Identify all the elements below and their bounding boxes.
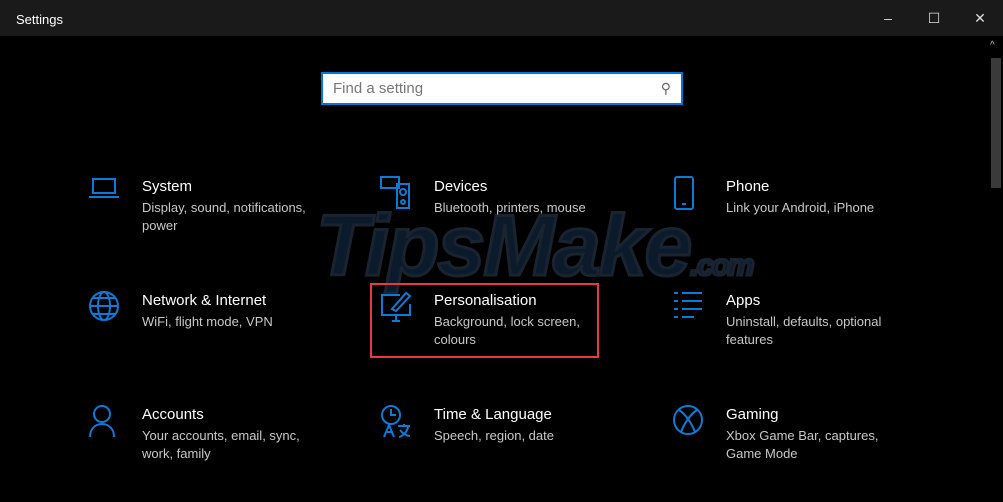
item-description: Xbox Game Bar, captures, Game Mode — [726, 428, 879, 461]
item-description: Bluetooth, printers, mouse — [434, 200, 586, 215]
watermark-suffix: .com — [689, 248, 756, 284]
settings-item-accounts[interactable]: Accounts Your accounts, email, sync, work… — [88, 404, 358, 463]
item-description: Background, lock screen, colours — [434, 314, 580, 347]
search-icon[interactable]: ⚲ — [661, 80, 671, 97]
search-input[interactable]: Find a setting ⚲ — [321, 72, 683, 105]
item-title: Time & Language — [434, 406, 552, 423]
minimize-button[interactable]: – — [865, 0, 911, 36]
settings-item-personalisation[interactable]: Personalisation Background, lock screen, … — [380, 290, 650, 349]
item-title: Gaming — [726, 406, 779, 423]
item-description: Uninstall, defaults, optional features — [726, 314, 882, 347]
maximize-button[interactable]: ☐ — [911, 0, 957, 36]
window-title: Settings — [16, 12, 63, 27]
item-title: Apps — [726, 292, 761, 309]
item-description: Link your Android, iPhone — [726, 200, 875, 215]
item-title: Personalisation — [434, 292, 537, 309]
item-description: Your accounts, email, sync, work, family — [142, 428, 300, 461]
search-placeholder: Find a setting — [333, 80, 424, 97]
person-icon — [88, 404, 142, 444]
item-description: WiFi, flight mode, VPN — [142, 314, 273, 329]
item-title: Devices — [434, 178, 488, 195]
close-button[interactable]: ✕ — [957, 0, 1003, 36]
xbox-icon — [672, 404, 726, 444]
settings-item-time-language[interactable]: Time & Language Speech, region, date — [380, 404, 650, 445]
item-title: Accounts — [142, 406, 204, 423]
settings-item-devices[interactable]: Devices Bluetooth, printers, mouse — [380, 176, 650, 217]
scroll-up-icon[interactable]: ^ — [990, 40, 995, 51]
item-description: Speech, region, date — [434, 428, 554, 443]
settings-item-apps[interactable]: Apps Uninstall, defaults, optional featur… — [672, 290, 942, 349]
settings-item-gaming[interactable]: Gaming Xbox Game Bar, captures, Game Mode — [672, 404, 942, 463]
settings-item-system[interactable]: System Display, sound, notifications, pow… — [88, 176, 358, 235]
laptop-icon — [88, 176, 142, 216]
paint-icon — [380, 290, 434, 330]
scroll-thumb[interactable] — [991, 58, 1001, 188]
apps-list-icon — [672, 290, 726, 330]
settings-item-phone[interactable]: Phone Link your Android, iPhone — [672, 176, 942, 217]
item-title: Phone — [726, 178, 770, 195]
settings-item-network-internet[interactable]: Network & Internet WiFi, flight mode, VPN — [88, 290, 358, 331]
scrollbar[interactable]: ^ — [987, 36, 1003, 502]
item-title: System — [142, 178, 193, 195]
time-language-icon — [380, 404, 434, 444]
item-title: Network & Internet — [142, 292, 267, 309]
phone-icon — [672, 176, 726, 216]
item-description: Display, sound, notifications, power — [142, 200, 306, 233]
devices-icon — [380, 176, 434, 216]
globe-icon — [88, 290, 142, 330]
title-bar: Settings – ☐ ✕ — [0, 0, 1003, 36]
